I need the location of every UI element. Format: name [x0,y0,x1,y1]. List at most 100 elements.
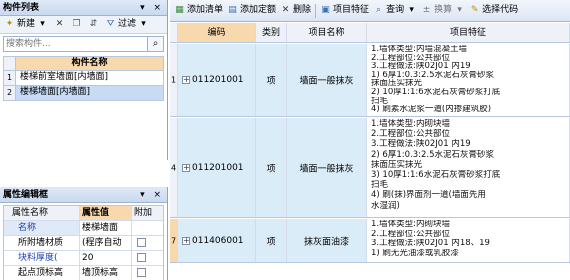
feature-icon: ▣ [321,5,330,15]
property-name: 所附墙材质 [4,236,80,250]
attach-checkbox[interactable] [137,268,146,277]
row-feature[interactable]: 1.墙体类型:内砌块墙 2.工程部位:公共部位 3.工程做法:陕02J01 内1… [367,219,570,262]
row-code[interactable]: 011201001 [192,163,244,173]
row-name[interactable]: 墙面一般抹灰 [287,74,366,87]
row-feature[interactable]: 1.墙体类型:内砌块墙 2.工程部位:公共部位 3.工程做法:陕02J01 内1… [367,118,570,217]
move-component-button[interactable]: ⇵ [86,17,101,32]
property-value[interactable]: 楼梯墙面 [80,221,132,235]
component-row-selected[interactable]: 2 楼梯墙面[内墙面] [3,86,164,101]
property-editor-title-text: 属性编辑框 [3,190,49,200]
convert-button[interactable]: ± 换算 ▾ [419,3,467,18]
row-feature[interactable]: 1.墙体类型:内墙混凝土墙 2.工程部位:公共部位 3.工程做法:陕02J01 … [367,44,570,116]
component-name-column-header[interactable]: 构件名称 [16,57,163,70]
table-row[interactable]: 1 + 011201001 项 墙面一般抹灰 1.墙体类型:内墙混凝土墙 2.工… [170,44,570,117]
property-value[interactable]: (程序自动 [80,236,132,250]
component-row-number: 1 [4,71,16,85]
row-code[interactable]: 011201001 [192,75,244,85]
row-name[interactable]: 抹灰面油漆 [287,234,366,247]
component-search-input[interactable] [3,36,148,52]
component-row-number: 2 [4,86,16,100]
row-category[interactable]: 项 [256,161,286,174]
component-grid-header: 构件名称 [3,56,164,71]
delete-button[interactable]: ✕ 删除 [278,3,313,18]
query-label: 查询 [386,5,405,15]
filter-icon: ⛛ [106,19,115,29]
property-editor-panel-controls[interactable]: ▾ × [140,187,164,203]
component-row-name[interactable]: 楼梯前室墙面[内墙面] [16,71,163,85]
add-quota-button[interactable]: ▤ 添加定额 [225,3,278,18]
filter-label: 过滤 [118,19,137,29]
component-list-panel: 构件列表 ▾ × ✦ 新建 ▾ ✕ ❐ ⇵ ⛛ 过滤 ▾ ⌕ 构件名称 1 楼梯… [0,0,168,160]
row-code[interactable]: 011406001 [192,236,244,246]
attach-checkbox[interactable] [137,238,146,247]
component-list-title-text: 构件列表 [3,3,40,13]
expand-icon[interactable]: + [182,163,190,172]
feature-line: 扫毛 [371,180,389,191]
feature-line: 2.工程部位:公共部位 [371,229,450,239]
property-value[interactable]: 墙顶标高 [80,266,132,280]
row-number: 1 [170,75,177,85]
select-code-button[interactable]: ✎ 选择代码 [467,3,520,18]
add-quota-label: 添加定额 [240,5,277,15]
property-value[interactable]: 20 [80,251,132,265]
code-column-header[interactable]: 编码 [178,23,256,42]
feature-line: 1) 刷无光油漆或乳胶漆 [371,248,459,258]
row-number: 4 [170,163,177,172]
feature-column-header[interactable]: 项目特征 [367,23,570,42]
new-component-button[interactable]: ✦ 新建 ▾ [2,17,50,32]
toolbar-separator [315,3,317,18]
component-row[interactable]: 1 楼梯前室墙面[内墙面] [3,71,164,86]
add-list-icon: ▦ [175,5,184,15]
item-feature-label: 项目特征 [333,5,370,15]
feature-line: 水湿润) [371,200,400,211]
name-column-header[interactable]: 项目名称 [287,23,367,42]
feature-line: 3.工程做法:陕02J01 内19 [371,139,471,150]
copy-component-button[interactable]: ❐ [69,17,84,32]
feature-line: 3.工程做法:陕02J01 内18、19 [371,239,490,249]
chevron-down-icon: ▾ [457,5,462,15]
convert-label: 换算 [434,5,453,15]
new-icon: ✦ [5,19,14,29]
expand-icon[interactable]: + [182,76,190,84]
feature-line: 扫毛 [371,96,389,106]
row-name[interactable]: 墙面一般抹灰 [287,161,366,174]
property-row[interactable]: 名称 楼梯墙面 [4,221,163,236]
table-row[interactable]: 4 + 011201001 项 墙面一般抹灰 1.墙体类型:内砌块墙 2.工程部… [170,118,570,218]
expand-icon[interactable]: + [182,236,190,245]
feature-line: 抹面压实抹光 [371,159,423,170]
table-row-selected[interactable]: 7 + 011406001 项 抹灰面油漆 1.墙体类型:内砌块墙 2.工程部位… [170,219,570,263]
row-category[interactable]: 项 [256,74,286,87]
item-feature-button[interactable]: ▣ 项目特征 [318,3,371,18]
component-list-panel-controls[interactable]: ▾ × [140,0,164,16]
property-row[interactable]: 块料厚度( 20 [4,251,163,266]
filter-button[interactable]: ⛛ 过滤 ▾ [103,17,151,32]
property-name-header: 属性名称 [4,206,80,220]
feature-line: 3.工程做法:陕02J01 内19 [371,62,471,71]
property-name: 名称 [4,221,80,235]
feature-line: 1) 6厚1:0.3:2.5水泥石灰膏砂浆 [371,70,495,80]
component-row-name[interactable]: 楼梯墙面[内墙面] [16,86,163,100]
property-row[interactable]: 所附墙材质 (程序自动 [4,236,163,251]
query-button[interactable]: ⌕ 查询 ▾ [371,3,419,18]
main-toolbar: ▦ 添加清单 ▤ 添加定额 ✕ 删除 ▣ 项目特征 ⌕ 查询 ▾ ± 换算 ▾ … [170,0,570,22]
row-number: 7 [170,236,177,245]
category-column-header[interactable]: 类别 [256,23,287,42]
delete-label: 删除 [293,5,312,15]
row-category[interactable]: 项 [256,234,286,247]
move-icon: ⇵ [89,19,98,29]
property-table: 属性名称 属性值 附加 名称 楼梯墙面 所附墙材质 (程序自动 块料厚度( 20… [3,205,164,280]
component-list-toolbar: ✦ 新建 ▾ ✕ ❐ ⇵ ⛛ 过滤 ▾ [0,16,167,34]
feature-line: 1.墙体类型:内墙混凝土墙 [371,45,467,54]
search-button[interactable]: ⌕ [148,36,164,52]
attach-checkbox[interactable] [137,253,146,262]
feature-line: 2) 6厚1:0.3:2.5水泥石灰膏砂浆 [371,149,495,160]
new-component-label: 新建 [17,19,36,29]
property-row[interactable]: 起点顶标高 墙顶标高 [4,266,163,280]
property-name: 起点顶标高 [4,266,80,280]
property-editor-panel: 属性编辑框 ▾ × 属性名称 属性值 附加 名称 楼梯墙面 所附墙材质 (程序自… [0,187,168,280]
add-list-button[interactable]: ▦ 添加清单 [172,3,225,18]
property-value-header: 属性值 [80,206,132,220]
delete-component-button[interactable]: ✕ [52,17,67,32]
select-code-label: 选择代码 [482,5,519,15]
convert-icon: ± [422,5,431,15]
